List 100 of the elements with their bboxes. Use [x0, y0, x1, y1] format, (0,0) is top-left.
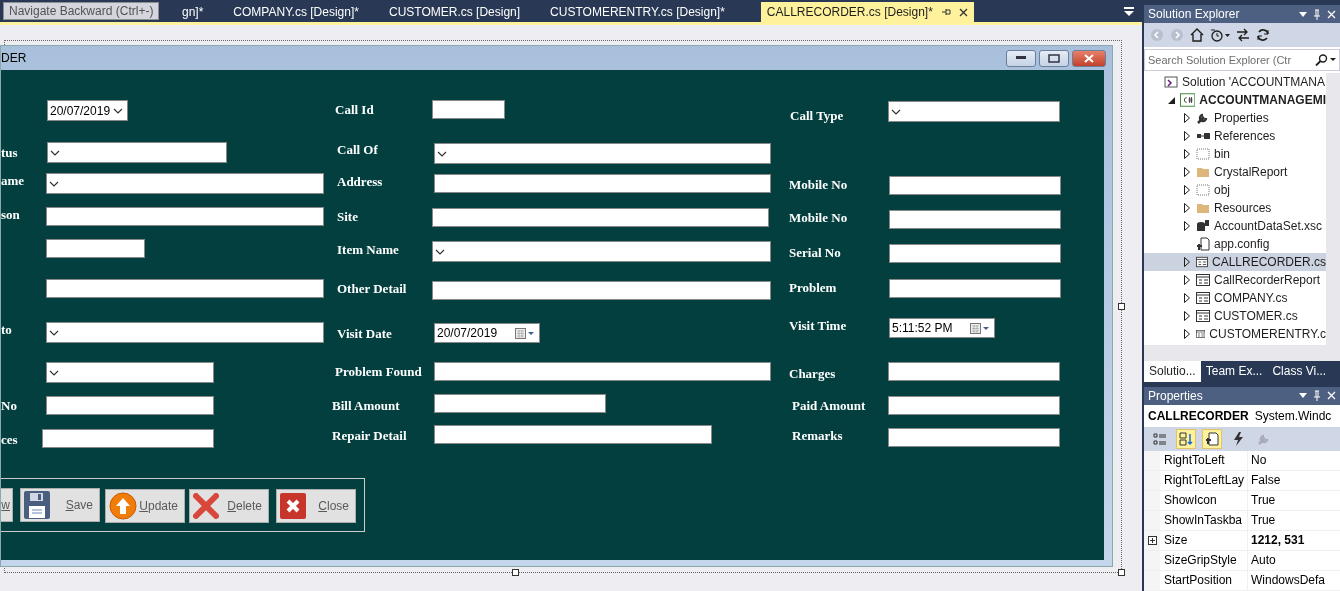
panel-tab[interactable]: Solutio... — [1144, 361, 1201, 382]
text-field[interactable] — [889, 279, 1061, 298]
close-button[interactable] — [1072, 49, 1106, 67]
delete-button[interactable]: Delete — [189, 489, 269, 523]
expand-arrow-icon[interactable] — [1184, 275, 1190, 286]
tree-item[interactable]: app.config — [1144, 235, 1326, 254]
collapse-arrow-icon[interactable] — [1167, 96, 1175, 104]
property-value[interactable]: No — [1248, 451, 1340, 470]
combo-box[interactable] — [434, 143, 771, 164]
text-field[interactable] — [888, 428, 1060, 447]
tree-item[interactable]: CUSTOMER.cs — [1144, 307, 1326, 326]
history-clock-icon[interactable] — [1210, 28, 1230, 43]
combo-box[interactable] — [888, 101, 1060, 122]
combo-box[interactable] — [432, 241, 771, 262]
expand-arrow-icon[interactable] — [1184, 221, 1190, 232]
combo-box[interactable]: 20/07/2019 — [47, 100, 128, 121]
tree-item[interactable]: Properties — [1144, 109, 1326, 128]
text-field[interactable] — [434, 362, 771, 381]
field-label: Visit Time — [789, 318, 847, 334]
refresh-icon[interactable] — [1256, 28, 1270, 43]
minimize-button[interactable] — [1006, 49, 1036, 67]
text-field[interactable] — [432, 281, 771, 300]
save-button[interactable]: Save — [20, 488, 100, 522]
date-picker[interactable]: 20/07/2019 — [434, 323, 540, 343]
property-value[interactable]: WindowsDefa — [1248, 571, 1340, 590]
text-field[interactable] — [46, 239, 145, 258]
tree-item[interactable]: bin — [1144, 145, 1326, 164]
combo-box[interactable] — [46, 173, 324, 194]
maximize-button[interactable] — [1039, 49, 1069, 67]
property-value[interactable]: True — [1248, 511, 1340, 530]
toolbar-button[interactable] — [1202, 429, 1222, 449]
expand-plus-icon[interactable] — [1147, 536, 1157, 545]
property-value[interactable]: True — [1248, 491, 1340, 510]
expand-arrow-icon[interactable] — [1184, 293, 1190, 304]
text-field[interactable] — [432, 208, 769, 227]
resize-handle[interactable] — [512, 569, 519, 576]
text-field[interactable] — [46, 396, 214, 415]
field-label: to — [1, 322, 12, 338]
property-value[interactable]: Auto — [1248, 551, 1340, 570]
expand-arrow-icon[interactable] — [1184, 329, 1190, 340]
tree-item[interactable]: ACCOUNTMANAGEMI — [1144, 91, 1326, 110]
update-button[interactable]: Update — [105, 489, 185, 523]
panel-tab[interactable]: Class Vi... — [1267, 361, 1332, 382]
expand-arrow-icon[interactable] — [1184, 203, 1190, 214]
tree-item[interactable]: Solution 'ACCOUNTMANA — [1144, 73, 1326, 92]
text-field[interactable] — [42, 429, 214, 448]
close-button[interactable]: Close — [276, 489, 356, 523]
plain-button[interactable]: w — [1, 488, 13, 522]
date-picker[interactable]: 5:11:52 PM — [889, 318, 995, 338]
text-field[interactable] — [888, 362, 1060, 381]
tree-item[interactable]: CallRecorderReport — [1144, 271, 1326, 290]
text-field[interactable] — [434, 174, 771, 193]
search-field[interactable]: Search Solution Explorer (Ctr — [1144, 49, 1340, 72]
text-field[interactable] — [434, 425, 712, 444]
text-field[interactable] — [46, 279, 324, 298]
expand-arrow-icon[interactable] — [1184, 257, 1190, 268]
document-tab[interactable]: CALLRECORDER.cs [Design]* — [760, 2, 974, 22]
tree-item[interactable]: CALLRECORDER.cs — [1144, 253, 1326, 272]
dropdown-arrow-icon[interactable] — [1299, 11, 1307, 17]
expand-arrow-icon[interactable] — [1184, 311, 1190, 322]
pin-icon[interactable] — [940, 7, 951, 17]
combo-box[interactable] — [46, 362, 214, 383]
tree-item[interactable]: CrystalReport — [1144, 163, 1326, 182]
document-tab[interactable]: CUSTOMER.cs [Design] — [374, 2, 537, 22]
resize-handle[interactable] — [1118, 569, 1125, 576]
scrollbar[interactable] — [1144, 345, 1340, 362]
panel-tab[interactable]: Team Ex... — [1200, 361, 1268, 382]
combo-box[interactable] — [47, 142, 227, 163]
tree-item[interactable]: AccountDataSet.xsc — [1144, 217, 1326, 236]
text-field[interactable] — [432, 100, 505, 119]
resize-handle[interactable] — [1118, 303, 1125, 310]
close-icon[interactable] — [958, 7, 968, 17]
text-field[interactable] — [46, 207, 324, 226]
dropdown-menu-icon[interactable] — [1124, 7, 1134, 16]
expand-arrow-icon[interactable] — [1184, 167, 1190, 178]
tree-item[interactable]: References — [1144, 127, 1326, 146]
sync-arrows-icon[interactable] — [1236, 28, 1250, 43]
expand-arrow-icon[interactable] — [1184, 185, 1190, 196]
property-value[interactable]: False — [1248, 471, 1340, 490]
expand-arrow-icon[interactable] — [1184, 149, 1190, 160]
expand-arrow-icon[interactable] — [1184, 113, 1190, 124]
text-field[interactable] — [889, 210, 1061, 229]
object-selector[interactable]: CALLRECORDER System.Windc — [1144, 405, 1340, 427]
scrollbar[interactable] — [1326, 73, 1340, 346]
tree-item[interactable]: CUSTOMERENTRY.c — [1144, 325, 1326, 344]
text-field[interactable] — [888, 396, 1060, 415]
home-icon[interactable] — [1190, 28, 1204, 43]
dropdown-arrow-icon[interactable] — [1299, 393, 1307, 399]
tree-item[interactable]: Resources — [1144, 199, 1326, 218]
document-tab[interactable]: CUSTOMERENTRY.cs [Design]* — [536, 2, 741, 22]
text-field[interactable] — [889, 176, 1061, 195]
expand-arrow-icon[interactable] — [1184, 131, 1190, 142]
text-field[interactable] — [434, 394, 606, 413]
property-value[interactable]: 1212, 531 — [1248, 531, 1340, 550]
tree-item[interactable]: obj — [1144, 181, 1326, 200]
text-field[interactable] — [889, 244, 1061, 263]
tree-item[interactable]: COMPANY.cs — [1144, 289, 1326, 308]
combo-box[interactable] — [46, 322, 324, 343]
document-tab[interactable]: COMPANY.cs [Design]* — [219, 2, 375, 22]
folder-icon — [1196, 201, 1210, 216]
